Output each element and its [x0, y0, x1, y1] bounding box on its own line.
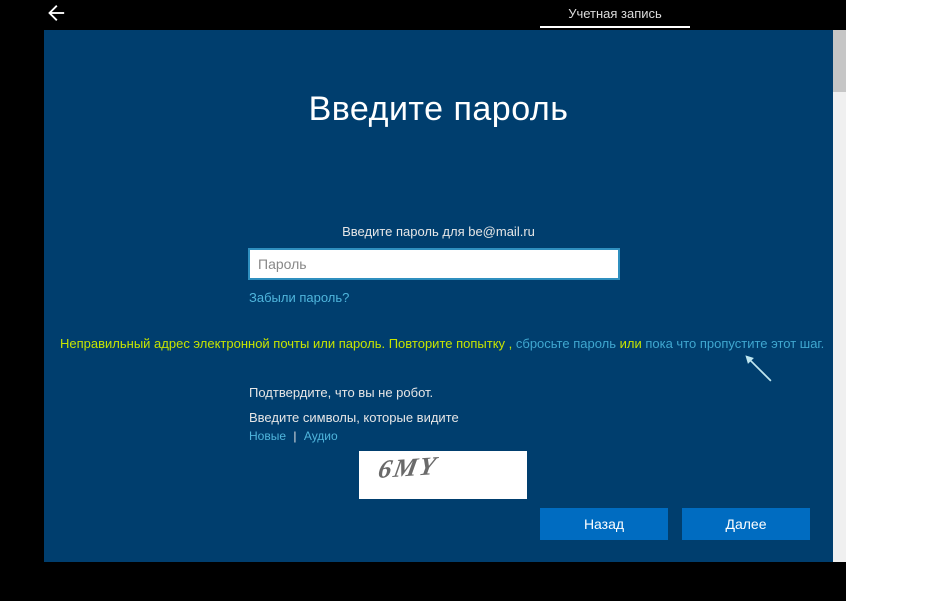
- captcha-confirm-text: Подтвердите, что вы не робот.: [249, 385, 669, 400]
- error-or: или: [616, 336, 645, 351]
- password-prompt: Введите пароль для be@mail.ru: [44, 224, 833, 239]
- error-comma: ,: [505, 336, 516, 351]
- captcha-instruction: Введите символы, которые видите: [249, 410, 669, 425]
- error-message: Неправильный адрес электронной почты или…: [60, 336, 823, 351]
- captcha-audio-link[interactable]: Аудио: [304, 429, 338, 443]
- captcha-new-link[interactable]: Новые: [249, 429, 286, 443]
- tab-underline: [540, 26, 690, 28]
- next-button[interactable]: Далее: [682, 508, 810, 540]
- content-panel: Введите пароль Введите пароль для be@mai…: [44, 30, 833, 562]
- forgot-password-link[interactable]: Забыли пароль?: [249, 290, 349, 305]
- error-text: Неправильный адрес электронной почты или…: [60, 336, 505, 351]
- captcha-links: Новые | Аудио: [249, 429, 669, 443]
- scrollbar-thumb[interactable]: [833, 30, 846, 92]
- captcha-separator: |: [293, 429, 296, 443]
- captcha-section: Подтвердите, что вы не робот. Введите си…: [249, 385, 669, 499]
- captcha-text: 6MY: [376, 451, 440, 485]
- tab-account[interactable]: Учетная запись: [540, 6, 690, 21]
- bottom-bar: [0, 562, 846, 601]
- back-arrow-icon[interactable]: [44, 2, 68, 26]
- window: Учетная запись Введите пароль Введите па…: [0, 0, 846, 601]
- reset-password-link[interactable]: сбросьте пароль: [516, 336, 616, 351]
- title-bar: Учетная запись: [0, 0, 846, 30]
- page-title: Введите пароль: [44, 90, 833, 129]
- scrollbar-track[interactable]: [833, 30, 846, 562]
- password-input[interactable]: [249, 249, 619, 279]
- annotation-arrow-icon: [742, 352, 776, 386]
- back-button[interactable]: Назад: [540, 508, 668, 540]
- captcha-image: 6MY: [359, 451, 527, 499]
- skip-step-link[interactable]: пока что пропустите этот шаг.: [645, 336, 824, 351]
